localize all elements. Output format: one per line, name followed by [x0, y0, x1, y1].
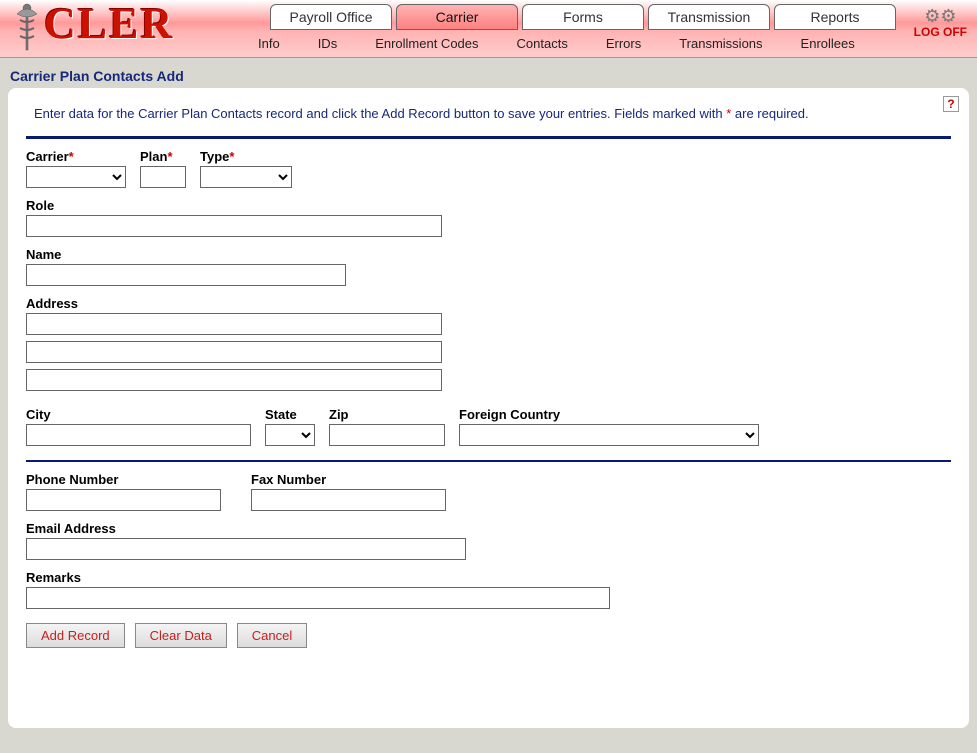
sub-tabs: Info IDs Enrollment Codes Contacts Error… — [258, 36, 855, 51]
tab-carrier[interactable]: Carrier — [396, 4, 518, 30]
subtab-transmissions[interactable]: Transmissions — [679, 36, 762, 51]
tab-forms[interactable]: Forms — [522, 4, 644, 30]
fax-label: Fax Number — [251, 472, 446, 487]
fax-input[interactable] — [251, 489, 446, 511]
city-input[interactable] — [26, 424, 251, 446]
address-line1-input[interactable] — [26, 313, 442, 335]
email-input[interactable] — [26, 538, 466, 560]
instructions-pre: Enter data for the Carrier Plan Contacts… — [34, 106, 726, 121]
subtab-enrollment-codes[interactable]: Enrollment Codes — [375, 36, 478, 51]
subtab-contacts[interactable]: Contacts — [517, 36, 568, 51]
page-title: Carrier Plan Contacts Add — [0, 58, 977, 88]
subtab-errors[interactable]: Errors — [606, 36, 641, 51]
carrier-label: Carrier* — [26, 149, 126, 164]
remarks-input[interactable] — [26, 587, 610, 609]
divider — [26, 136, 951, 139]
address-line3-input[interactable] — [26, 369, 442, 391]
name-label: Name — [26, 247, 346, 262]
address-label: Address — [26, 296, 442, 311]
add-record-button[interactable]: Add Record — [26, 623, 125, 648]
tab-transmission[interactable]: Transmission — [648, 4, 770, 30]
phone-label: Phone Number — [26, 472, 221, 487]
state-select[interactable] — [265, 424, 315, 446]
tab-reports[interactable]: Reports — [774, 4, 896, 30]
type-select[interactable] — [200, 166, 292, 188]
city-label: City — [26, 407, 251, 422]
plan-input[interactable] — [140, 166, 186, 188]
role-input[interactable] — [26, 215, 442, 237]
remarks-label: Remarks — [26, 570, 610, 585]
help-icon[interactable]: ? — [943, 96, 959, 112]
logoff-link[interactable]: LOG OFF — [914, 27, 967, 38]
form-instructions: Enter data for the Carrier Plan Contacts… — [26, 98, 951, 134]
foreign-country-select[interactable] — [459, 424, 759, 446]
header-right: ⚙⚙ LOG OFF — [914, 6, 967, 38]
carrier-select[interactable] — [26, 166, 126, 188]
app-header: CLER Payroll Office Carrier Forms Transm… — [0, 0, 977, 58]
state-label: State — [265, 407, 315, 422]
foreign-country-label: Foreign Country — [459, 407, 759, 422]
address-line2-input[interactable] — [26, 341, 442, 363]
form-panel: ? Enter data for the Carrier Plan Contac… — [8, 88, 969, 728]
zip-label: Zip — [329, 407, 445, 422]
subtab-info[interactable]: Info — [258, 36, 280, 51]
clear-data-button[interactable]: Clear Data — [135, 623, 227, 648]
cancel-button[interactable]: Cancel — [237, 623, 307, 648]
role-label: Role — [26, 198, 442, 213]
type-label: Type* — [200, 149, 292, 164]
divider — [26, 460, 951, 462]
zip-input[interactable] — [329, 424, 445, 446]
main-tabs: Payroll Office Carrier Forms Transmissio… — [270, 4, 896, 30]
email-label: Email Address — [26, 521, 466, 536]
caduceus-icon — [12, 2, 42, 54]
tab-payroll-office[interactable]: Payroll Office — [270, 4, 392, 30]
subtab-enrollees[interactable]: Enrollees — [801, 36, 855, 51]
subtab-ids[interactable]: IDs — [318, 36, 338, 51]
gear-icon[interactable]: ⚙⚙ — [914, 6, 967, 27]
button-row: Add Record Clear Data Cancel — [26, 623, 951, 648]
phone-input[interactable] — [26, 489, 221, 511]
app-logo: CLER — [44, 0, 174, 49]
name-input[interactable] — [26, 264, 346, 286]
instructions-post: are required. — [731, 106, 808, 121]
plan-label: Plan* — [140, 149, 186, 164]
